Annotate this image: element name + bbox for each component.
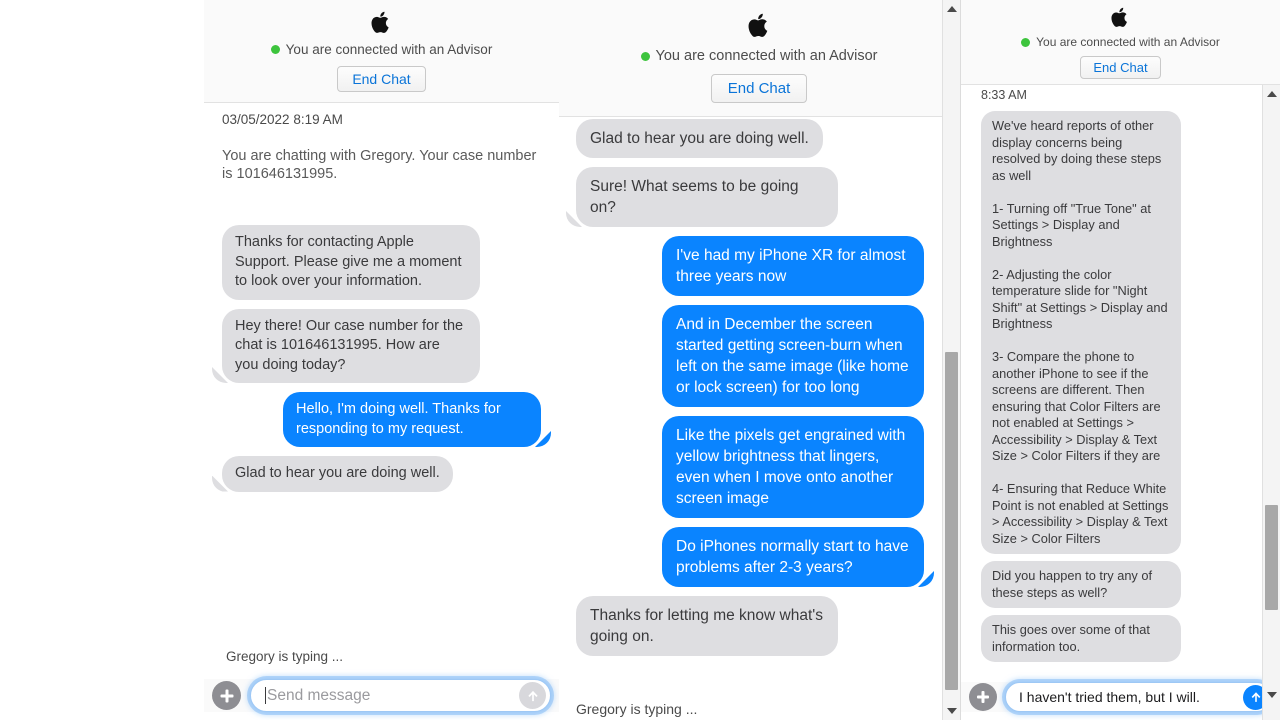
chat-header-right: You are connected with an Advisor End Ch…: [961, 0, 1280, 85]
arrow-up-icon: [527, 690, 538, 701]
message-bubble-incoming: Thanks for contacting Apple Support. Ple…: [222, 225, 480, 300]
end-chat-button[interactable]: End Chat: [710, 74, 808, 103]
connection-status-label: You are connected with an Advisor: [655, 48, 878, 64]
connection-status-label: You are connected with an Advisor: [285, 42, 493, 57]
message-row: Glad to hear you are doing well.: [222, 456, 541, 492]
add-attachment-icon[interactable]: [969, 683, 997, 711]
message-bubble-incoming: We've heard reports of other display con…: [981, 111, 1181, 554]
message-row: We've heard reports of other display con…: [981, 111, 1240, 554]
message-composer-right: I haven't tried them, but I will.: [961, 682, 1280, 712]
message-bubble-incoming: This goes over some of that information …: [981, 615, 1181, 662]
scroll-down-arrow-icon[interactable]: [946, 708, 957, 714]
message-row: Hello, I'm doing well. Thanks for respon…: [222, 392, 541, 447]
message-input-placeholder: Send message: [267, 686, 371, 704]
message-bubble-incoming: Thanks for letting me know what's going …: [576, 596, 838, 656]
message-bubble-outgoing: I've had my iPhone XR for almost three y…: [662, 236, 924, 296]
conversation-timestamp: 8:33 AM: [981, 88, 1027, 102]
message-row: Sure! What seems to be going on?: [576, 167, 924, 227]
message-row: Hey there! Our case number for the chat …: [222, 308, 541, 383]
message-bubble-outgoing: Hello, I'm doing well. Thanks for respon…: [283, 392, 541, 447]
connection-status-middle: You are connected with an Advisor: [558, 48, 960, 64]
text-caret: [265, 687, 266, 704]
message-list-left: 03/05/2022 8:19 AM You are chatting with…: [204, 112, 559, 501]
message-row: Like the pixels get engrained with yello…: [576, 416, 924, 518]
connection-status-label: You are connected with an Advisor: [1036, 35, 1220, 49]
apple-logo-icon: [371, 10, 392, 35]
status-dot-icon: [1021, 37, 1031, 47]
message-bubble-outgoing: Like the pixels get engrained with yello…: [662, 416, 924, 518]
message-list-middle: Glad to hear you are doing well. Sure! Wh…: [558, 119, 942, 665]
message-input-left[interactable]: Send message: [250, 679, 551, 712]
chat-window-left: You are connected with an Advisor End Ch…: [204, 0, 559, 720]
message-input-value: I haven't tried them, but I will.: [1019, 689, 1200, 705]
arrow-up-icon: [1251, 692, 1260, 702]
scrollbar-thumb[interactable]: [945, 352, 958, 690]
end-chat-button[interactable]: End Chat: [337, 66, 426, 92]
message-composer-left: Send message: [204, 679, 559, 712]
apple-logo-icon: [1111, 6, 1130, 29]
message-bubble-outgoing: Do iPhones normally start to have proble…: [662, 527, 924, 587]
message-bubble-incoming: Hey there! Our case number for the chat …: [222, 308, 480, 383]
send-message-button[interactable]: [519, 682, 546, 709]
message-input-right[interactable]: I haven't tried them, but I will.: [1005, 682, 1272, 712]
typing-indicator-left: Gregory is typing ...: [226, 649, 344, 664]
connection-status-left: You are connected with an Advisor: [204, 42, 559, 57]
scroll-down-arrow-icon[interactable]: [1266, 692, 1277, 698]
status-dot-icon: [640, 51, 650, 61]
scrollbar-right[interactable]: [1262, 85, 1280, 720]
message-row: Did you happen to try any of these steps…: [981, 561, 1240, 608]
message-row: Thanks for letting me know what's going …: [576, 596, 924, 656]
message-bubble-incoming: Glad to hear you are doing well.: [576, 119, 823, 158]
chat-window-right: You are connected with an Advisor End Ch…: [960, 0, 1280, 720]
chat-window-middle: You are connected with an Advisor End Ch…: [558, 0, 960, 720]
message-row: Thanks for contacting Apple Support. Ple…: [222, 225, 541, 300]
end-chat-button[interactable]: End Chat: [1080, 56, 1161, 79]
message-row: This goes over some of that information …: [981, 615, 1240, 662]
conversation-system-note: You are chatting with Gregory. Your case…: [222, 148, 537, 182]
add-attachment-icon[interactable]: [212, 681, 241, 710]
message-row: Do iPhones normally start to have proble…: [576, 527, 924, 587]
chat-header-middle: You are connected with an Advisor End Ch…: [558, 0, 960, 117]
message-row: Glad to hear you are doing well.: [576, 119, 924, 158]
message-bubble-incoming: Did you happen to try any of these steps…: [981, 561, 1181, 608]
apple-logo-icon: [748, 12, 771, 39]
status-dot-icon: [270, 45, 280, 54]
message-bubble-incoming: Sure! What seems to be going on?: [576, 167, 838, 227]
scroll-up-arrow-icon[interactable]: [1266, 91, 1277, 97]
connection-status-right: You are connected with an Advisor: [961, 35, 1280, 49]
typing-indicator-middle: Gregory is typing ...: [576, 701, 698, 717]
scroll-up-arrow-icon[interactable]: [946, 6, 957, 12]
conversation-timestamp: 03/05/2022 8:19 AM: [222, 112, 343, 127]
message-list-right: 8:33 AM We've heard reports of other dis…: [961, 88, 1260, 669]
message-row: And in December the screen started getti…: [576, 305, 924, 407]
screenshot-stage: You are connected with an Advisor End Ch…: [0, 0, 1280, 720]
chat-header-left: You are connected with an Advisor End Ch…: [204, 0, 559, 103]
message-row: I've had my iPhone XR for almost three y…: [576, 236, 924, 296]
scrollbar-middle[interactable]: [942, 0, 960, 720]
message-bubble-outgoing: And in December the screen started getti…: [662, 305, 924, 407]
scrollbar-thumb[interactable]: [1265, 505, 1278, 610]
message-bubble-incoming: Glad to hear you are doing well.: [222, 456, 453, 492]
